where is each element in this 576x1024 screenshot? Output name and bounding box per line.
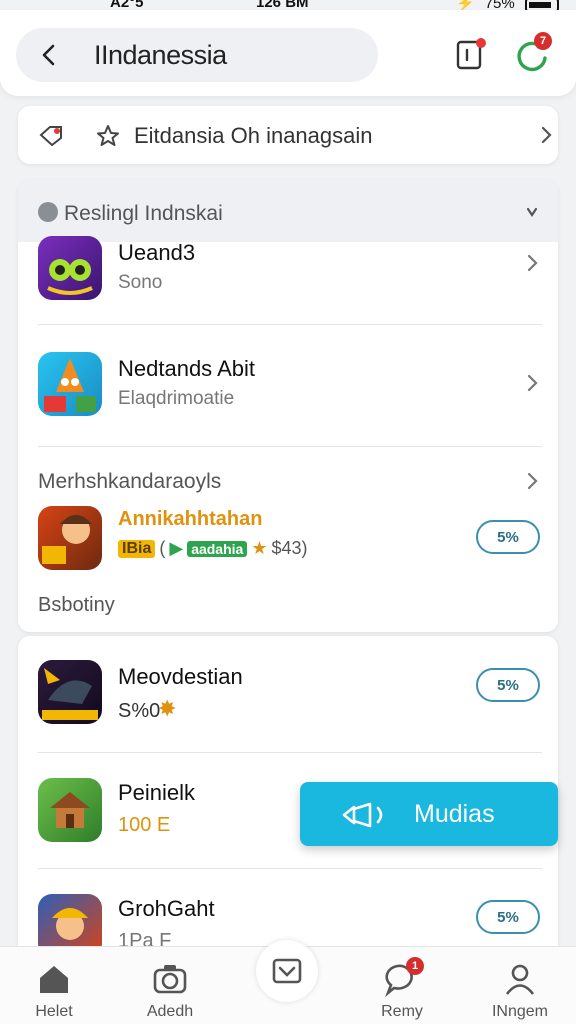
app-name: Nedtands Abit — [118, 356, 255, 381]
inbox-icon — [272, 958, 302, 984]
fox-icon — [44, 358, 96, 412]
star-icon: ★ — [251, 538, 268, 558]
raven-icon — [42, 668, 98, 720]
back-button[interactable] — [32, 38, 66, 72]
megaphone-icon — [342, 802, 383, 828]
home-icon — [40, 966, 68, 993]
app-name: GrohGaht — [118, 896, 215, 921]
app-icon-owl — [38, 236, 102, 300]
app-icon-fox — [38, 352, 102, 416]
notification-dot — [476, 38, 486, 48]
temple-icon — [50, 792, 90, 828]
section-header[interactable]: Reslingl Indnskai — [18, 180, 558, 242]
profile-icon — [505, 964, 535, 995]
chevron-down-icon — [526, 207, 538, 217]
back-arrow-icon — [42, 44, 55, 66]
divider — [38, 752, 542, 753]
sparkle-icon: ✸ — [158, 696, 177, 721]
leaf-icon — [38, 202, 58, 222]
promo-rating: $43) — [271, 538, 308, 558]
banner-text: Eitdansia Oh inanagsain — [134, 123, 373, 148]
fab-label: Mudias — [414, 800, 495, 828]
app-icon-temple — [38, 778, 102, 842]
divider — [38, 868, 542, 869]
promo-tag: aadahia — [187, 540, 248, 557]
camera-icon — [153, 965, 187, 994]
bookmark-button[interactable] — [450, 36, 490, 76]
chevron-right-icon — [527, 374, 538, 392]
app-name: Meovdestian — [118, 664, 243, 689]
divider — [38, 324, 542, 325]
chevron-right-icon — [527, 254, 538, 272]
app-header: IIndanessia 7 — [0, 10, 576, 96]
promo-app-name: Annikahhtahan — [118, 508, 263, 530]
chevron-right-icon — [541, 126, 552, 144]
promo-tags: IBia ( ▶ aadahia ★ $43) — [118, 538, 308, 559]
price-button[interactable]: 5% — [476, 900, 540, 934]
play-icon: ▶ — [169, 538, 184, 558]
app-subtitle: S%0 — [118, 700, 161, 722]
nav-item-profile[interactable]: INngem — [472, 959, 568, 1023]
hero-icon — [42, 515, 92, 564]
promo-heading: Merhshkandaraoyls — [38, 470, 222, 493]
nav-item-center[interactable] — [256, 940, 318, 1002]
nav-item-home[interactable]: Helet — [6, 959, 102, 1023]
nav-label: Helet — [35, 1003, 73, 1020]
section-title: Reslingl Indnskai — [64, 202, 223, 225]
chat-badge: 1 — [406, 957, 424, 975]
app-name: Peinielk — [118, 780, 196, 805]
promo-tag: IBia — [118, 539, 156, 558]
app-icon-hero — [38, 506, 102, 570]
app-name: Ueand3 — [118, 240, 196, 265]
app-list-card: Reslingl Indnskai Ueand3 Sono Nedtands A… — [18, 180, 558, 632]
paren: ( — [159, 538, 166, 558]
app-subtitle: 100 E — [118, 814, 171, 836]
tag-icon — [39, 126, 62, 146]
app-icon-raven — [38, 660, 102, 724]
nav-label: Remy — [381, 1003, 423, 1020]
app-subtitle: Sono — [118, 272, 163, 293]
floating-action-button[interactable]: Mudias — [300, 782, 558, 846]
title-bar: IIndanessia — [16, 28, 378, 82]
price-button[interactable]: 5% — [476, 520, 540, 554]
app-subtitle: Elaqdrimoatie — [118, 388, 235, 409]
owl-icon — [47, 259, 93, 295]
page-title: IIndanessia — [94, 40, 227, 70]
nav-item-camera[interactable]: Adedh — [122, 959, 218, 1023]
update-badge: 7 — [534, 32, 552, 50]
updates-button[interactable]: 7 — [512, 32, 552, 76]
promo-banner[interactable]: Eitdansia Oh inanagsain — [18, 106, 558, 164]
nav-item-chat[interactable]: 1 Remy — [354, 957, 450, 1023]
price-button[interactable]: 5% — [476, 668, 540, 702]
nav-label: Adedh — [146, 1003, 194, 1020]
nav-label: INngem — [491, 1003, 549, 1020]
chevron-right-icon[interactable] — [526, 472, 538, 490]
divider — [38, 446, 542, 447]
promo-footer: Bsbotiny — [38, 594, 115, 616]
star-icon — [97, 125, 119, 146]
